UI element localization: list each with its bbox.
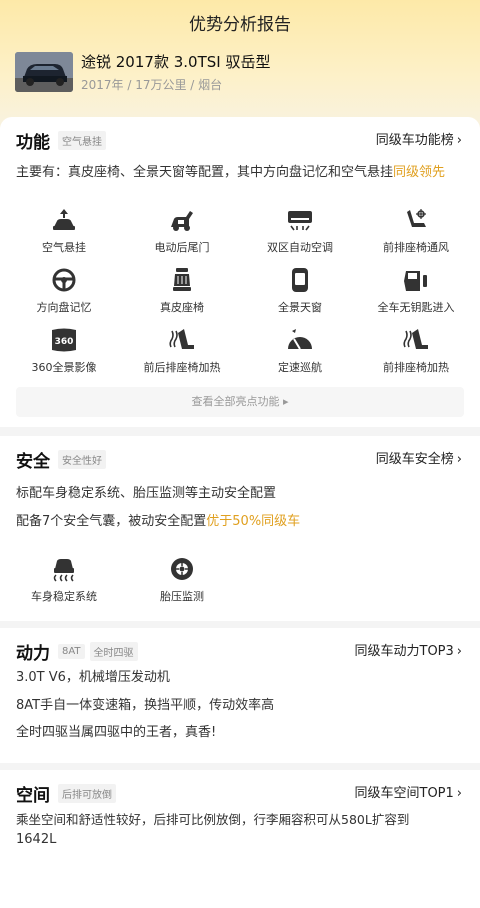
- view-all-features-button[interactable]: 查看全部亮点功能 ▸: [16, 387, 464, 417]
- car-thumbnail: [15, 52, 73, 92]
- power-tailgate-icon: [171, 211, 193, 231]
- front-seat-heating-icon: [403, 329, 428, 349]
- function-rank-label: 同级车功能榜: [375, 133, 454, 148]
- function-rank-link[interactable]: 同级车功能榜 ›: [376, 129, 462, 148]
- feature-label: 前后排座椅加热: [143, 361, 221, 374]
- panoramic-sunroof-icon: [292, 268, 308, 292]
- safety-line-2-highlight: 优于50%同级车: [206, 514, 301, 529]
- feature-stability-control[interactable]: 车身稳定系统: [4, 556, 124, 604]
- function-section: 功能 空气悬挂 同级车功能榜 › 主要有：真皮座椅、全景天窗等配置，其中方向盘记忆…: [0, 117, 480, 427]
- tire-pressure-icon: [171, 558, 193, 580]
- safety-title: 安全: [16, 452, 50, 472]
- page-title: 优势分析报告: [189, 15, 291, 35]
- space-section: 空间 后排可放倒 同级车空间TOP1 › 乘坐空间和舒适性较好，后排可比例放倒，行…: [0, 770, 480, 908]
- feature-front-seat-heating[interactable]: 前排座椅加热: [356, 327, 476, 375]
- steering-wheel-icon: [52, 268, 76, 292]
- dual-zone-ac-icon: [288, 211, 312, 231]
- safety-line-1: 标配车身稳定系统、胎压监测等主动安全配置: [16, 486, 277, 501]
- svg-text:360: 360: [55, 337, 74, 347]
- space-title: 空间: [16, 786, 50, 806]
- chevron-right-icon: ›: [456, 786, 462, 801]
- feature-air-suspension[interactable]: 空气悬挂: [4, 207, 124, 255]
- feature-tire-pressure[interactable]: 胎压监测: [122, 556, 242, 604]
- safety-tag: 安全性好: [58, 450, 106, 469]
- car-summary: 途锐 2017款 3.0TSI 驭岳型 2017年 / 17万公里 / 烟台: [15, 51, 270, 93]
- chevron-right-icon: ›: [456, 644, 462, 659]
- leather-seat-icon: [173, 268, 191, 291]
- space-line-1: 乘坐空间和舒适性较好，后排可比例放倒，行李厢容积可从580L扩容到: [16, 812, 410, 827]
- feature-label: 真皮座椅: [160, 301, 204, 314]
- feature-label: 电动后尾门: [154, 241, 210, 254]
- space-line-2: 1642L: [16, 832, 57, 847]
- cruise-control-icon: [288, 329, 312, 350]
- chevron-right-icon: ›: [456, 452, 462, 467]
- feature-cruise-control[interactable]: 定速巡航: [240, 327, 360, 375]
- feature-panoramic-sunroof[interactable]: 全景天窗: [240, 267, 360, 315]
- power-tag-drive: 全时四驱: [89, 642, 138, 661]
- feature-seat-ventilation[interactable]: 前排座椅通风: [356, 207, 476, 255]
- feature-label: 前排座椅加热: [383, 361, 449, 374]
- space-tag: 后排可放倒: [58, 784, 116, 803]
- safety-line-2-text: 配备7个安全气囊，被动安全配置: [16, 514, 207, 529]
- safety-rank-label: 同级车安全榜: [375, 452, 454, 467]
- car-name: 途锐 2017款 3.0TSI 驭岳型: [81, 53, 271, 71]
- power-rank-label: 同级车动力TOP3: [354, 644, 454, 659]
- power-tag-transmission: 8AT: [58, 644, 85, 659]
- feature-label: 胎压监测: [160, 590, 204, 603]
- power-line-1: 3.0T V6，机械增压发动机: [16, 670, 170, 685]
- feature-power-tailgate[interactable]: 电动后尾门: [122, 207, 242, 255]
- power-line-3: 全时四驱当属四驱中的王者，真香!: [16, 725, 217, 740]
- power-line-2: 8AT手自一体变速箱，换挡平顺，传动效率高: [16, 698, 275, 713]
- feature-label: 方向盘记忆: [36, 301, 92, 314]
- chevron-right-icon: ›: [456, 133, 462, 148]
- feature-label: 前排座椅通风: [383, 241, 449, 254]
- feature-steering-memory[interactable]: 方向盘记忆: [4, 267, 124, 315]
- safety-line-2: 配备7个安全气囊，被动安全配置优于50%同级车: [16, 512, 300, 532]
- space-rank-link[interactable]: 同级车空间TOP1 ›: [355, 782, 463, 801]
- feature-label: 双区自动空调: [267, 241, 333, 254]
- power-section: 动力 8AT 全时四驱 同级车动力TOP3 › 3.0T V6，机械增压发动机 8…: [0, 628, 480, 763]
- air-suspension-icon: [53, 209, 75, 230]
- feature-dual-zone-ac[interactable]: 双区自动空调: [240, 207, 360, 255]
- stability-control-icon: [53, 559, 74, 582]
- function-desc-highlight: 同级领先: [393, 165, 446, 180]
- power-rank-link[interactable]: 同级车动力TOP3 ›: [355, 640, 463, 659]
- car-meta: 2017年 / 17万公里 / 烟台: [81, 78, 223, 92]
- function-title: 功能: [16, 133, 50, 153]
- function-desc: 主要有：真皮座椅、全景天窗等配置，其中方向盘记忆和空气悬挂同级领先: [16, 163, 445, 183]
- feature-seat-heating[interactable]: 前后排座椅加热: [122, 327, 242, 375]
- feature-camera-360[interactable]: 360 360全景影像: [4, 327, 124, 375]
- function-desc-text: 主要有：真皮座椅、全景天窗等配置，其中方向盘记忆和空气悬挂: [16, 165, 394, 180]
- safety-section: 安全 安全性好 同级车安全榜 › 标配车身稳定系统、胎压监测等主动安全配置 配备7…: [0, 436, 480, 621]
- space-rank-label: 同级车空间TOP1: [354, 786, 454, 801]
- safety-rank-link[interactable]: 同级车安全榜 ›: [376, 448, 462, 467]
- function-tag: 空气悬挂: [58, 131, 106, 150]
- feature-leather-seat[interactable]: 真皮座椅: [122, 267, 242, 315]
- seat-ventilation-icon: [407, 209, 426, 227]
- feature-label: 360全景影像: [31, 361, 97, 374]
- power-title: 动力: [16, 644, 50, 664]
- feature-label: 全景天窗: [278, 301, 322, 314]
- keyless-entry-icon: [404, 271, 427, 291]
- feature-label: 定速巡航: [278, 361, 322, 374]
- camera-360-icon: 360: [52, 328, 76, 352]
- seat-heating-icon: [169, 329, 194, 349]
- feature-label: 全车无钥匙进入: [377, 301, 455, 314]
- feature-keyless-entry[interactable]: 全车无钥匙进入: [356, 267, 476, 315]
- feature-label: 空气悬挂: [42, 241, 86, 254]
- feature-label: 车身稳定系统: [31, 590, 97, 603]
